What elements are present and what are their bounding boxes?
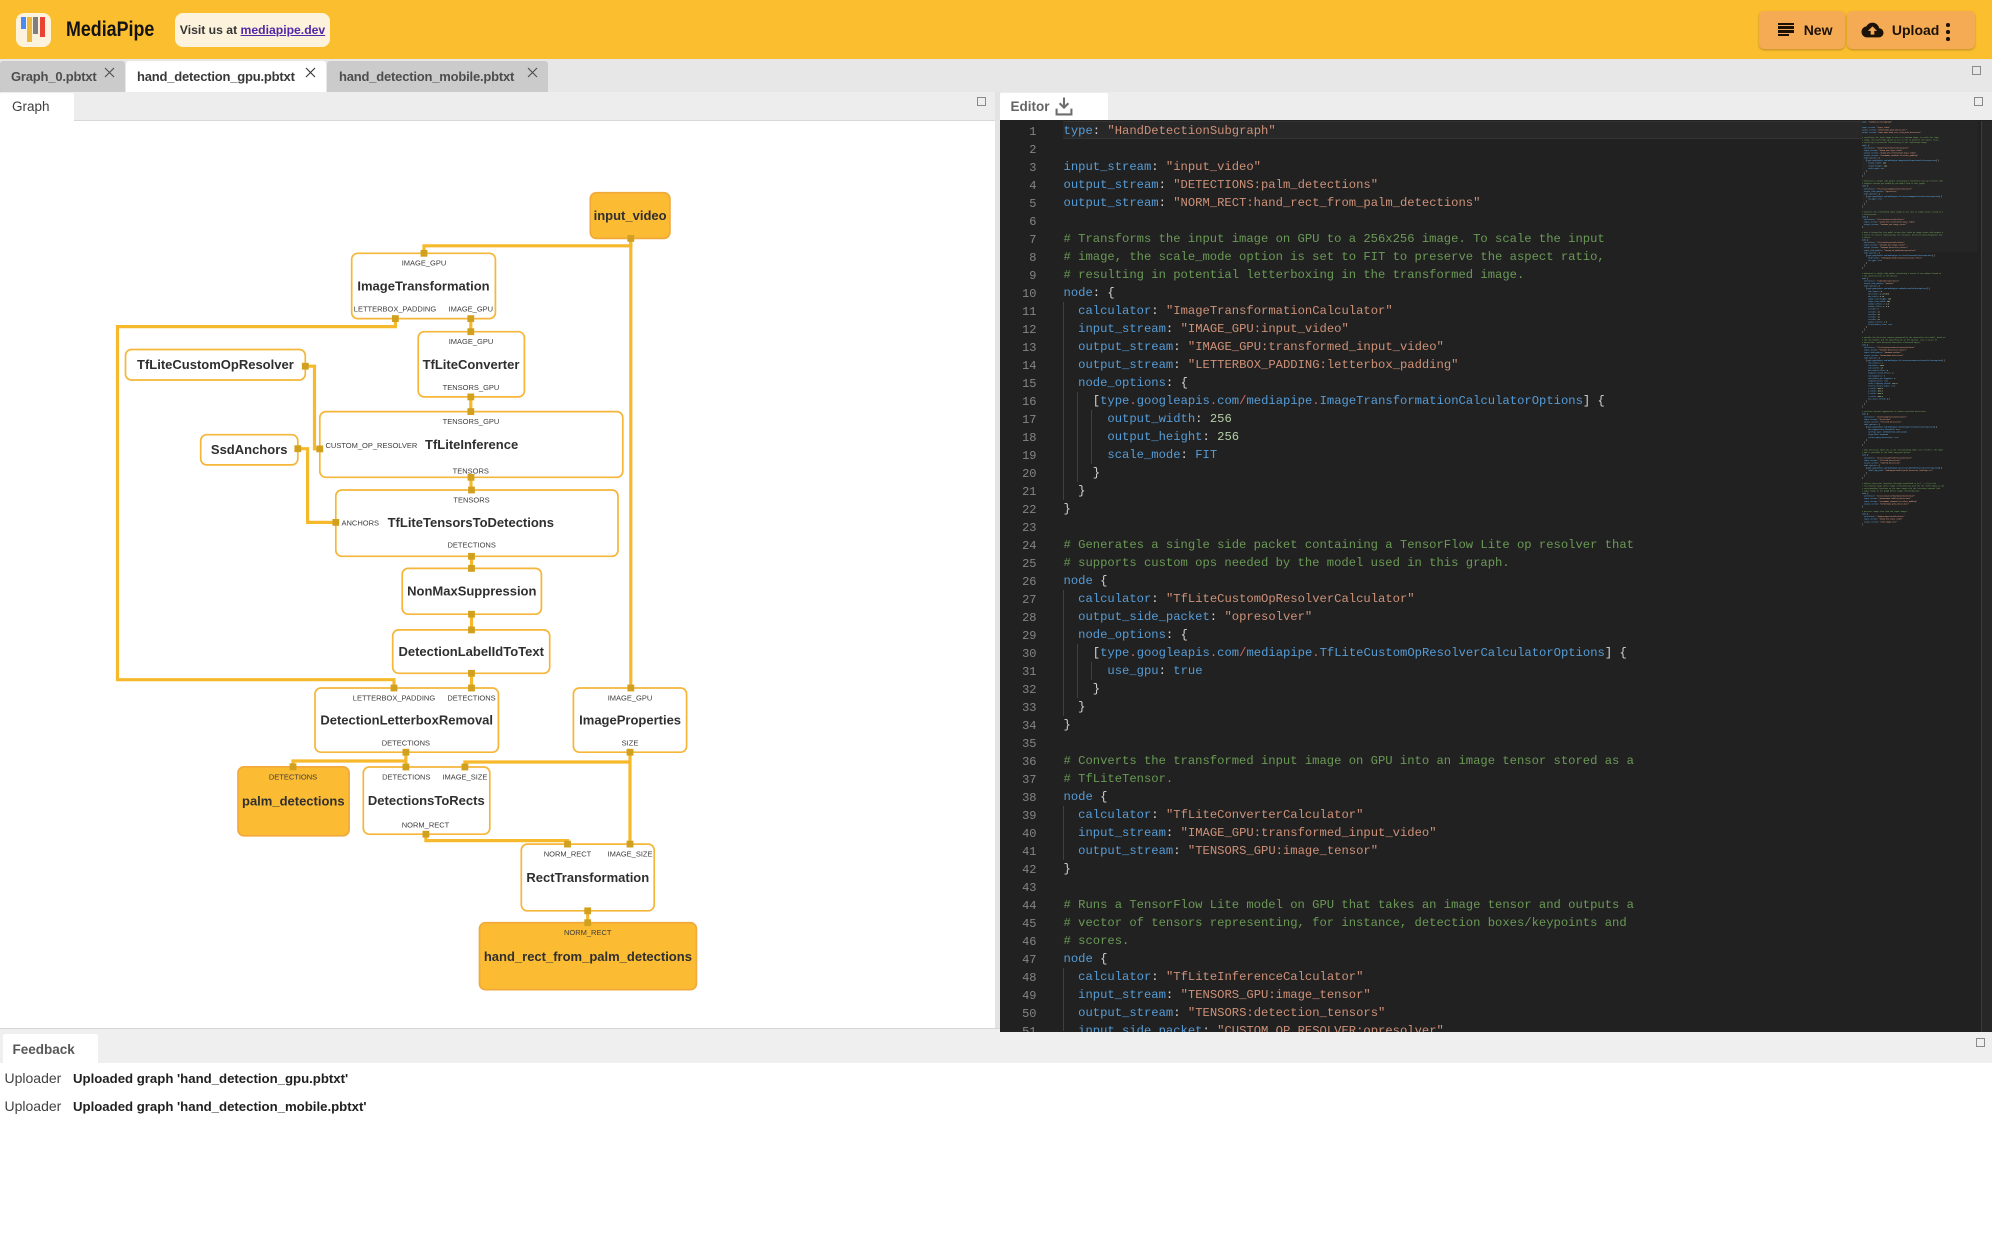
svg-text:NORM_RECT: NORM_RECT	[564, 928, 612, 937]
svg-text:NORM_RECT: NORM_RECT	[402, 821, 450, 830]
svg-text:IMAGE_GPU: IMAGE_GPU	[449, 305, 494, 314]
svg-text:ImageTransformation: ImageTransformation	[357, 279, 489, 294]
svg-text:LETTERBOX_PADDING: LETTERBOX_PADDING	[353, 693, 436, 702]
svg-text:RectTransformation: RectTransformation	[526, 870, 649, 885]
svg-text:IMAGE_SIZE: IMAGE_SIZE	[442, 773, 487, 782]
svg-text:IMAGE_GPU: IMAGE_GPU	[608, 693, 653, 702]
svg-text:DetectionLetterboxRemoval: DetectionLetterboxRemoval	[320, 712, 493, 727]
svg-text:IMAGE_GPU: IMAGE_GPU	[449, 337, 494, 346]
svg-text:IMAGE_GPU: IMAGE_GPU	[402, 259, 447, 268]
svg-text:SIZE: SIZE	[622, 739, 639, 748]
svg-text:NonMaxSuppression: NonMaxSuppression	[407, 584, 536, 599]
svg-text:DETECTIONS: DETECTIONS	[269, 772, 317, 781]
svg-text:DetectionLabelIdToText: DetectionLabelIdToText	[398, 644, 544, 659]
svg-text:LETTERBOX_PADDING: LETTERBOX_PADDING	[354, 305, 437, 314]
svg-text:TENSORS_GPU: TENSORS_GPU	[443, 417, 500, 426]
svg-text:DETECTIONS: DETECTIONS	[382, 739, 430, 748]
svg-text:DETECTIONS: DETECTIONS	[382, 773, 430, 782]
svg-text:DETECTIONS: DETECTIONS	[447, 693, 495, 702]
svg-text:IMAGE_SIZE: IMAGE_SIZE	[607, 850, 652, 859]
svg-text:TfLiteInference: TfLiteInference	[425, 437, 518, 452]
svg-text:SsdAnchors: SsdAnchors	[211, 442, 288, 457]
svg-text:TfLiteTensorsToDetections: TfLiteTensorsToDetections	[388, 515, 554, 530]
svg-text:palm_detections: palm_detections	[242, 794, 345, 809]
svg-text:TfLiteConverter: TfLiteConverter	[423, 357, 520, 372]
svg-text:NORM_RECT: NORM_RECT	[544, 850, 592, 859]
svg-text:DETECTIONS: DETECTIONS	[448, 541, 496, 550]
svg-text:DetectionsToRects: DetectionsToRects	[368, 793, 485, 808]
svg-text:TENSORS_GPU: TENSORS_GPU	[443, 383, 500, 392]
svg-text:hand_rect_from_palm_detections: hand_rect_from_palm_detections	[484, 949, 692, 964]
svg-text:TENSORS: TENSORS	[453, 495, 489, 504]
svg-text:input_video: input_video	[594, 208, 667, 223]
svg-text:ANCHORS: ANCHORS	[342, 519, 380, 528]
svg-text:TfLiteCustomOpResolver: TfLiteCustomOpResolver	[137, 357, 294, 372]
svg-text:CUSTOM_OP_RESOLVER: CUSTOM_OP_RESOLVER	[326, 441, 418, 450]
svg-text:ImageProperties: ImageProperties	[579, 712, 681, 727]
